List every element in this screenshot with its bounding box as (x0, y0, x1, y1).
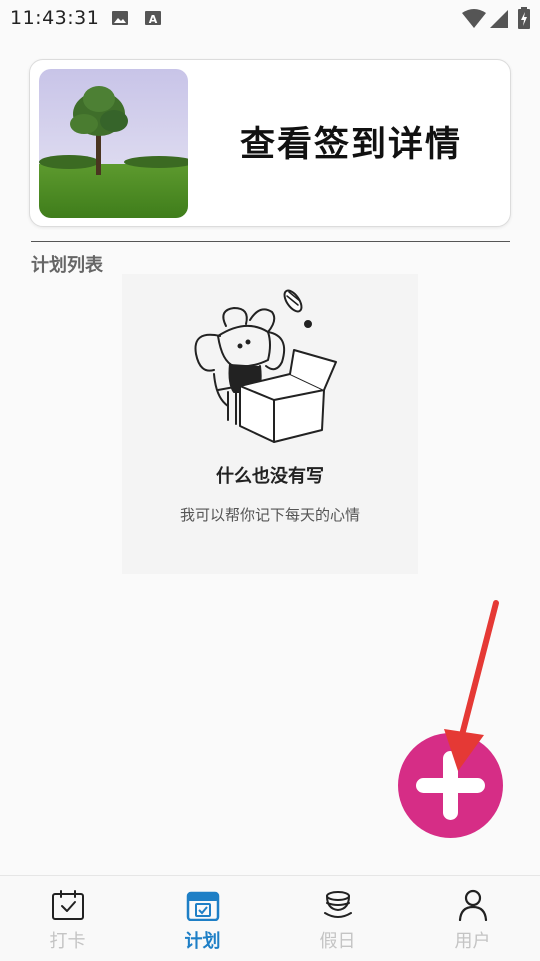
status-bar: 11:43:31 A (0, 0, 540, 36)
card-photo (39, 69, 188, 218)
arrow-icon (444, 600, 499, 771)
tab-plan-label: 计划 (184, 931, 221, 952)
sign-in-details-card[interactable]: 查看签到详情 (29, 59, 511, 227)
status-time: 11:43:31 (10, 7, 100, 29)
image-icon (111, 9, 129, 31)
empty-state-subtitle: 我可以帮你记下每天的心情 (179, 506, 360, 524)
tab-holiday-label: 假日 (319, 931, 356, 952)
tab-checkin-label: 打卡 (49, 931, 86, 952)
wifi-icon (462, 9, 486, 33)
section-divider (31, 241, 510, 242)
empty-state-title: 什么也没有写 (216, 466, 324, 487)
tab-checkin[interactable]: 打卡 (0, 876, 135, 961)
tab-user[interactable]: 用户 (405, 876, 540, 961)
battery-icon (518, 7, 530, 33)
signal-icon (489, 9, 509, 33)
calendar-plan-icon (186, 891, 219, 921)
a-icon: A (144, 9, 162, 31)
section-label: 计划列表 (31, 255, 103, 276)
bunny-box-illustration (194, 289, 337, 443)
card-title: 查看签到详情 (240, 124, 463, 165)
cup-icon (323, 891, 352, 918)
user-icon (458, 889, 487, 921)
empty-state: 什么也没有写 我可以帮你记下每天的心情 (122, 274, 418, 574)
calendar-check-icon (51, 890, 84, 920)
tab-user-label: 用户 (454, 931, 491, 952)
tab-plan[interactable]: 计划 (135, 876, 270, 961)
tab-holiday[interactable]: 假日 (270, 876, 405, 961)
svg-text:A: A (149, 13, 158, 26)
bottom-tab-bar: 打卡 计划 假日 用户 (0, 875, 540, 961)
